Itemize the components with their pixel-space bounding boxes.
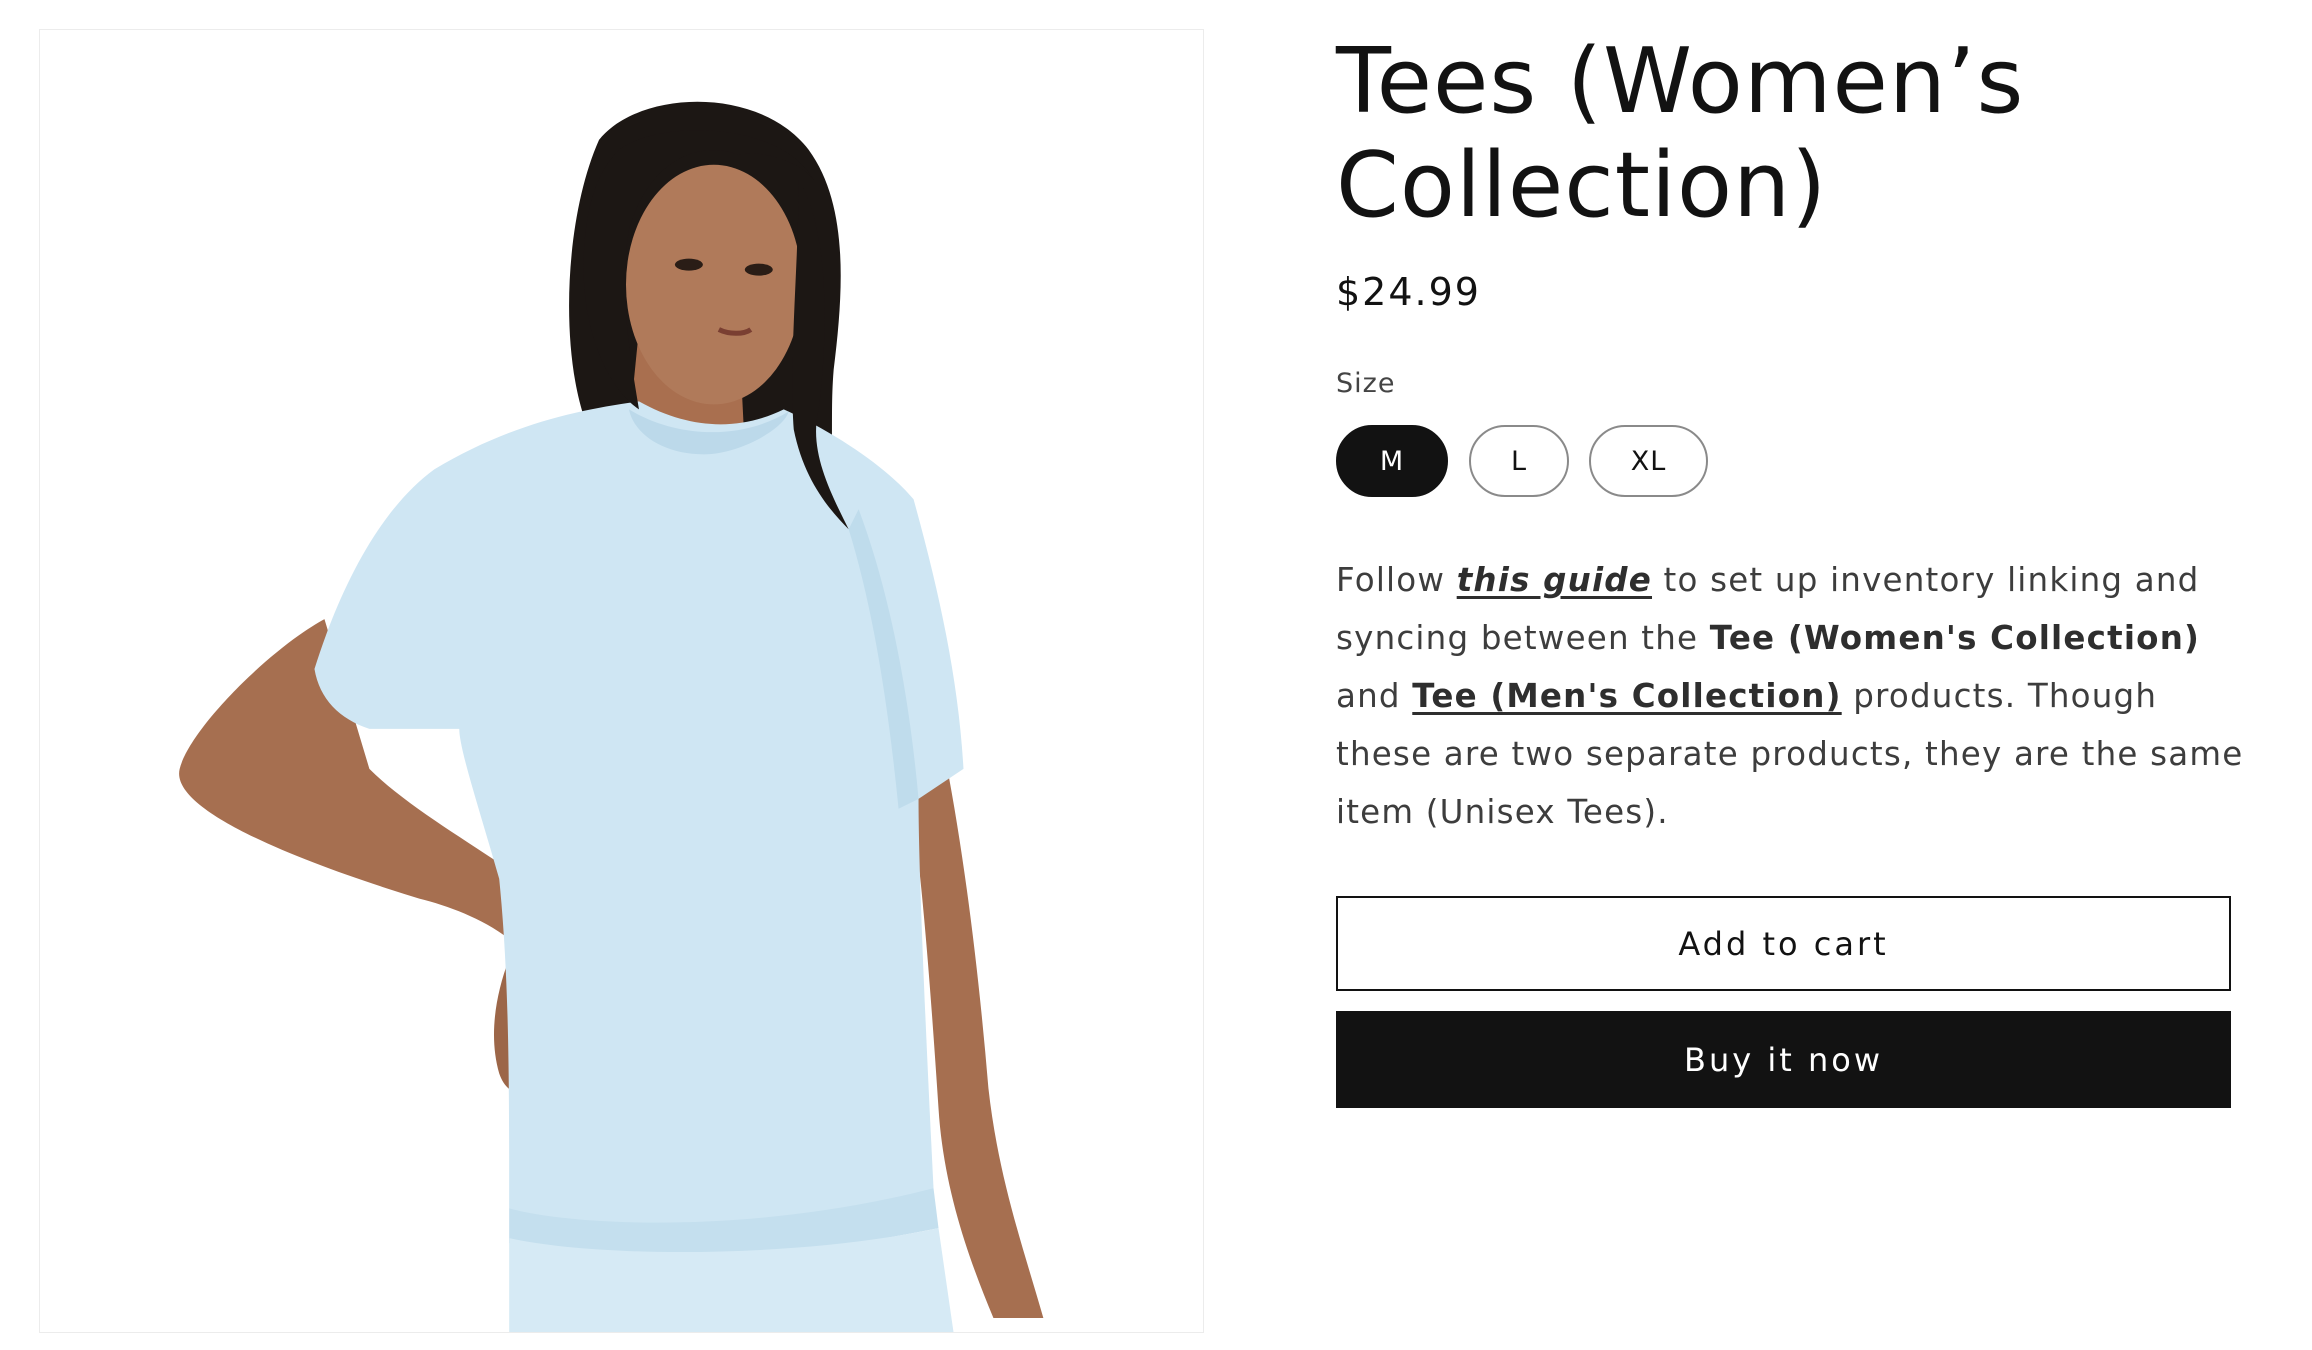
- model-photo: [40, 30, 1203, 1332]
- product-title: Tees (Women’s Collection): [1336, 29, 2025, 238]
- size-label: Size: [1336, 368, 1396, 399]
- women-product-name: Tee (Women's Collection): [1709, 619, 2201, 657]
- guide-link[interactable]: this guide: [1457, 561, 1652, 599]
- size-option-xl[interactable]: XL: [1589, 425, 1708, 497]
- product-price: $24.99: [1336, 270, 1481, 314]
- description-text: and: [1336, 677, 1413, 715]
- description-text: Follow: [1336, 561, 1457, 599]
- size-option-l[interactable]: L: [1469, 425, 1569, 497]
- product-description: Follow this guide to set up inventory li…: [1336, 551, 2246, 841]
- product-image[interactable]: [39, 29, 1204, 1333]
- add-to-cart-button[interactable]: Add to cart: [1336, 896, 2231, 991]
- men-collection-link[interactable]: Tee (Men's Collection): [1412, 677, 1841, 715]
- buy-now-button[interactable]: Buy it now: [1336, 1011, 2231, 1108]
- size-option-m[interactable]: M: [1336, 425, 1448, 497]
